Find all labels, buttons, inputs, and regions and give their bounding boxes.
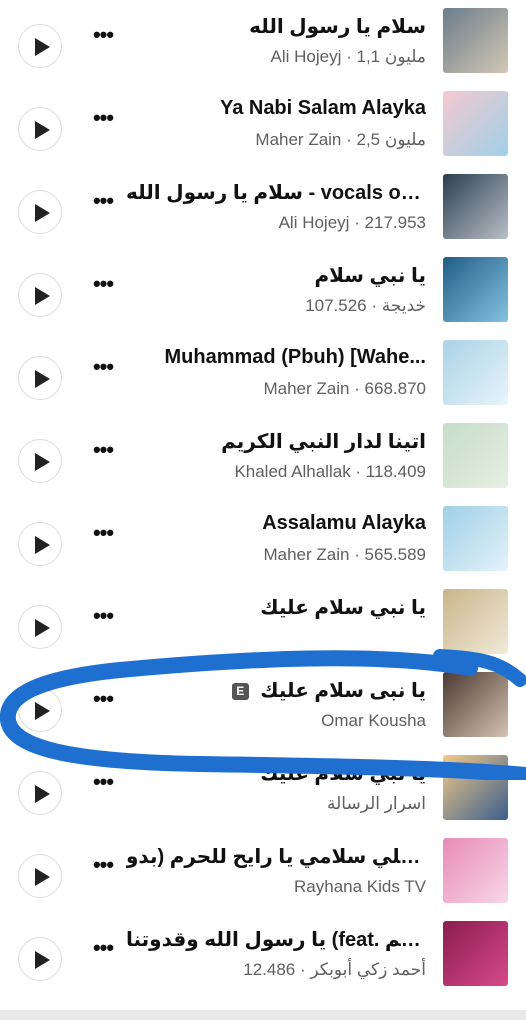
track-title[interactable]: سلام يا رسول الله <box>249 14 426 39</box>
track-row[interactable]: ••• اتينا لدار النبي الكريم Khaled Alhal… <box>0 415 526 498</box>
album-thumbnail[interactable] <box>443 423 508 488</box>
track-row[interactable]: ••• سلام يا رسول الله Ali Hojeyj · 1,1 م… <box>0 0 526 83</box>
track-title[interactable]: يا نبي سلام عليك <box>260 761 426 786</box>
track-title-text: يا نبي سلام عليك <box>260 597 426 619</box>
track-row[interactable]: ••• E يا نبى سلام عليك Omar Kousha <box>0 664 526 747</box>
play-button[interactable] <box>18 937 62 981</box>
track-subtitle: أحمد زكي أبوبكر · 12.486 <box>243 960 426 979</box>
track-subtitle: Ali Hojeyj · 217.953 <box>278 213 426 232</box>
track-subtitle: Maher Zain · 668.870 <box>263 379 426 398</box>
play-icon <box>35 121 50 139</box>
play-icon <box>35 287 50 305</box>
play-button[interactable] <box>18 107 62 151</box>
play-button[interactable] <box>18 273 62 317</box>
more-options-button[interactable]: ••• <box>90 522 116 548</box>
more-options-button[interactable]: ••• <box>90 190 116 216</box>
play-button[interactable] <box>18 439 62 483</box>
more-options-button[interactable]: ••• <box>90 273 116 299</box>
track-subtitle: Rayhana Kids TV <box>294 877 426 896</box>
track-row[interactable]: ••• وديلي سلامي يا رايح للحرم (بدو... Ra… <box>0 830 526 913</box>
track-subtitle: Maher Zain · 565.589 <box>263 545 426 564</box>
play-button[interactable] <box>18 24 62 68</box>
play-icon <box>35 702 50 720</box>
track-title-text: يا نبى سلام عليك <box>260 680 426 702</box>
track-subtitle: Maher Zain · 2,5 مليون <box>255 130 426 149</box>
track-title-text: Ya Nabi Salam Alayka <box>219 97 426 119</box>
track-row[interactable]: ••• يا نبي سلام خديجة · 107.526 <box>0 249 526 332</box>
track-title-text: اتينا لدار النبي الكريم <box>221 431 426 453</box>
play-icon <box>35 619 50 637</box>
album-thumbnail[interactable] <box>443 589 508 654</box>
track-title-text: Muhammad (Pbuh) [Wahe... <box>164 346 426 368</box>
album-thumbnail[interactable] <box>443 921 508 986</box>
more-options-button[interactable]: ••• <box>90 356 116 382</box>
play-button[interactable] <box>18 522 62 566</box>
track-title-text: يا نبي سلام <box>314 265 426 287</box>
track-row[interactable]: ••• Muhammad (Pbuh) [Wahe... Maher Zain … <box>0 332 526 415</box>
album-thumbnail[interactable] <box>443 257 508 322</box>
play-button[interactable] <box>18 854 62 898</box>
play-button[interactable] <box>18 605 62 649</box>
track-title-text: سلام يا رسول الله <box>249 16 426 38</box>
bottom-divider <box>0 1010 526 1020</box>
play-icon <box>35 785 50 803</box>
track-title-text: Assalamu Alayka <box>262 512 426 534</box>
more-options-button[interactable]: ••• <box>90 605 116 631</box>
track-title[interactable]: Assalamu Alayka <box>262 512 426 535</box>
play-button[interactable] <box>18 190 62 234</box>
track-title[interactable]: Muhammad (Pbuh) [Wahe... <box>165 346 426 369</box>
track-title-text: وديلي سلامي يا رايح للحرم (بدو... <box>126 846 426 868</box>
track-row[interactable]: ••• يا نبي سلام عليك اسرار الرسالة <box>0 747 526 830</box>
track-title[interactable]: يا نبي سلام <box>314 263 426 288</box>
track-title[interactable]: E يا نبى سلام عليك <box>231 678 426 703</box>
track-title[interactable]: اتينا لدار النبي الكريم <box>221 429 426 454</box>
track-title[interactable]: يا نبي سلام عليك <box>260 595 426 620</box>
more-options-button[interactable]: ••• <box>90 107 116 133</box>
album-thumbnail[interactable] <box>443 91 508 156</box>
track-title[interactable]: وديلي سلامي يا رايح للحرم (بدو... <box>126 844 426 869</box>
play-icon <box>35 536 50 554</box>
more-options-button[interactable]: ••• <box>90 937 116 963</box>
track-title-text: يا نبي سلام عليك <box>260 763 426 785</box>
track-subtitle: اسرار الرسالة <box>326 794 426 813</box>
album-thumbnail[interactable] <box>443 8 508 73</box>
album-thumbnail[interactable] <box>443 506 508 571</box>
track-title-text: يا رسول الله وقدوتنا (feat. محم... <box>126 929 426 951</box>
album-thumbnail[interactable] <box>443 755 508 820</box>
track-subtitle: Khaled Alhallak · 118.409 <box>234 462 426 481</box>
track-row[interactable]: ••• يا رسول الله وقدوتنا (feat. محم... أ… <box>0 913 526 996</box>
album-thumbnail[interactable] <box>443 838 508 903</box>
play-icon <box>35 204 50 222</box>
track-row[interactable]: ••• Ya Nabi Salam Alayka Maher Zain · 2,… <box>0 83 526 166</box>
more-options-button[interactable]: ••• <box>90 854 116 880</box>
play-icon <box>35 370 50 388</box>
play-button[interactable] <box>18 688 62 732</box>
play-button[interactable] <box>18 356 62 400</box>
track-subtitle: Ali Hojeyj · 1,1 مليون <box>270 47 426 66</box>
track-row[interactable]: ••• يا نبي سلام عليك <box>0 581 526 664</box>
explicit-badge: E <box>231 683 249 700</box>
play-icon <box>35 951 50 969</box>
album-thumbnail[interactable] <box>443 174 508 239</box>
album-thumbnail[interactable] <box>443 672 508 737</box>
play-icon <box>35 868 50 886</box>
play-icon <box>35 453 50 471</box>
track-title[interactable]: يا رسول الله وقدوتنا (feat. محم... <box>126 927 426 952</box>
track-title[interactable]: سلام يا رسول الله - vocals only <box>126 180 426 205</box>
more-options-button[interactable]: ••• <box>90 439 116 465</box>
track-title[interactable]: Ya Nabi Salam Alayka <box>220 97 426 120</box>
play-button[interactable] <box>18 771 62 815</box>
track-title-text: سلام يا رسول الله - vocals only <box>126 182 426 204</box>
more-options-button[interactable]: ••• <box>90 771 116 797</box>
play-icon <box>35 38 50 56</box>
album-thumbnail[interactable] <box>443 340 508 405</box>
track-subtitle: Omar Kousha <box>321 711 426 730</box>
more-options-button[interactable]: ••• <box>90 688 116 714</box>
more-options-button[interactable]: ••• <box>90 24 116 50</box>
track-row[interactable]: ••• Assalamu Alayka Maher Zain · 565.589 <box>0 498 526 581</box>
track-row[interactable]: ••• سلام يا رسول الله - vocals only Ali … <box>0 166 526 249</box>
track-subtitle: خديجة · 107.526 <box>305 296 426 315</box>
